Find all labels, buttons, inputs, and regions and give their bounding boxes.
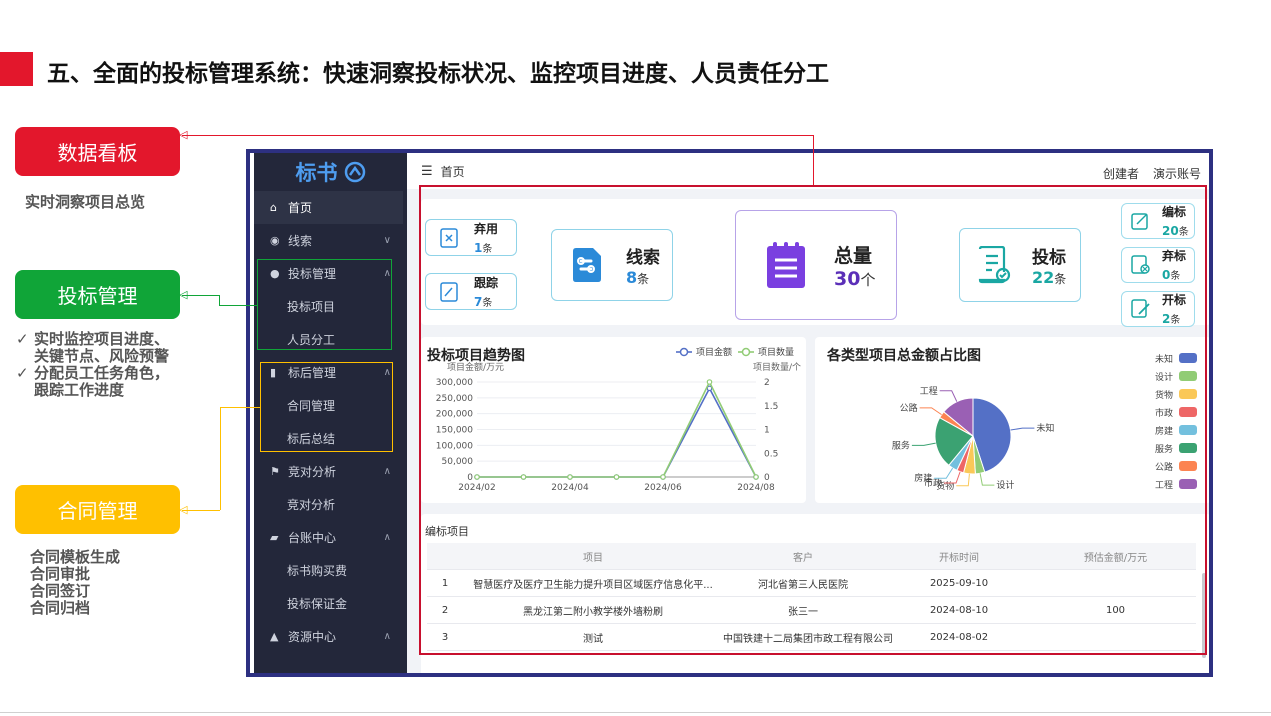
pin-icon: ◉ xyxy=(270,234,280,247)
dashboard-highlight xyxy=(419,185,1207,655)
sidebar-item-label: 资源中心 xyxy=(288,630,337,644)
sidebar-item-label: 投标保证金 xyxy=(287,597,348,611)
note-contract-item: 合同审批 xyxy=(30,565,91,583)
app-logo: 标书 xyxy=(254,153,407,191)
top-bar: ☰ 首页 创建者 演示账号 xyxy=(407,153,1209,189)
chevron-down-icon: ∨ xyxy=(383,235,391,246)
sidebar-item[interactable]: ⚑ 竞对分析 ∧ xyxy=(254,455,407,488)
chevron-up-icon: ∧ xyxy=(383,631,391,642)
user-role: 创建者 xyxy=(1102,167,1139,181)
sidebar-item-label: 首页 xyxy=(288,201,313,215)
bid-menu-highlight xyxy=(257,259,392,350)
callout-bid: 投标管理 xyxy=(15,270,180,319)
sidebar-item[interactable]: ⌂ 首页 xyxy=(254,191,403,224)
connector-bid-h1 xyxy=(182,295,219,296)
flag-icon: ⚑ xyxy=(270,465,280,478)
note-contract-item: 合同签订 xyxy=(30,582,91,600)
logo-text: 标书 xyxy=(295,161,338,185)
callout-dashboard: 数据看板 xyxy=(15,127,180,176)
arrow-left-icon: ◁ xyxy=(179,503,188,516)
slide-title: 五、全面的投标管理系统：快速洞察投标状况、监控项目进度、人员责任分工 xyxy=(47,61,829,87)
sidebar-item[interactable]: ▰ 台账中心 ∧ xyxy=(254,521,407,554)
breadcrumb[interactable]: 首页 xyxy=(441,163,465,180)
connector-bid-h2 xyxy=(219,305,257,306)
arrow-left-icon: ◁ xyxy=(179,288,188,301)
callout-contract: 合同管理 xyxy=(15,485,180,534)
sidebar-item-label: 竞对分析 xyxy=(287,498,336,512)
connector-bid-v xyxy=(219,295,220,305)
sidebar-item-label: 标书购买费 xyxy=(287,564,348,578)
sidebar-item-label: 竞对分析 xyxy=(288,465,337,479)
note-contract: 合同模板生成 合同审批 合同签订 合同归档 xyxy=(30,549,120,617)
home-icon: ⌂ xyxy=(270,201,277,214)
arrow-left-icon: ◁ xyxy=(179,128,188,141)
user-account[interactable]: 演示账号 xyxy=(1153,165,1201,182)
folder-icon: ▲ xyxy=(270,630,279,643)
connector-contract-v xyxy=(220,407,221,510)
title-accent-bar xyxy=(0,52,33,86)
contract-menu-highlight xyxy=(260,362,393,452)
connector-contract-h2 xyxy=(220,407,260,408)
note-contract-item: 合同归档 xyxy=(30,599,91,617)
sidebar-item[interactable]: ▲ 资源中心 ∧ xyxy=(254,620,407,653)
sidebar-subitem[interactable]: 投标保证金 xyxy=(254,587,407,620)
note-bid: 实时监控项目进度、关键节点、风险预警 分配员工任务角色，跟踪工作进度 xyxy=(16,331,176,399)
note-bid-item: 实时监控项目进度、关键节点、风险预警 xyxy=(16,331,176,365)
menu-toggle-icon[interactable]: ☰ xyxy=(421,164,433,179)
logo-icon xyxy=(344,161,365,183)
book-icon: ▰ xyxy=(270,531,279,544)
note-bid-item: 分配员工任务角色，跟踪工作进度 xyxy=(16,365,176,399)
chevron-up-icon: ∧ xyxy=(383,532,391,543)
sidebar-item-label: 线索 xyxy=(288,234,313,248)
note-dashboard: 实时洞察项目总览 xyxy=(25,193,146,211)
sidebar-item-label: 台账中心 xyxy=(288,531,337,545)
footer-divider xyxy=(0,712,1271,713)
connector-contract-h1 xyxy=(182,510,220,511)
connector-dashboard-h xyxy=(182,135,813,136)
sidebar-subitem[interactable]: 标书购买费 xyxy=(254,554,407,587)
sidebar-subitem[interactable]: 竞对分析 xyxy=(254,488,407,521)
note-contract-item: 合同模板生成 xyxy=(30,548,121,566)
connector-dashboard-v xyxy=(813,135,814,185)
chevron-up-icon: ∧ xyxy=(383,466,391,477)
sidebar-item[interactable]: ◉ 线索 ∨ xyxy=(254,224,407,257)
